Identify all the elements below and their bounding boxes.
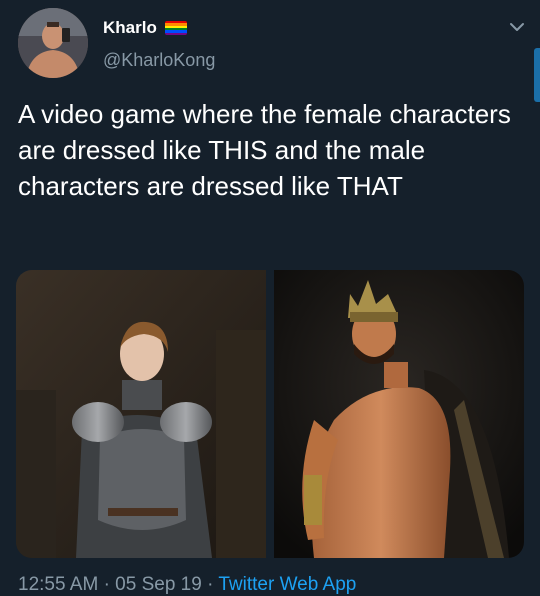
tweet-time[interactable]: 12:55 AM bbox=[18, 574, 98, 595]
tweet-photo-gladiator[interactable] bbox=[274, 270, 524, 558]
author-name[interactable]: Kharlo bbox=[103, 18, 157, 38]
author-row: Kharlo bbox=[103, 18, 187, 38]
tweet-source-link[interactable]: Twitter Web App bbox=[218, 574, 356, 595]
avatar[interactable] bbox=[18, 8, 88, 78]
tweet-meta: 12:55 AM · 05 Sep 19 · Twitter Web App bbox=[18, 574, 356, 596]
rainbow-flag-icon bbox=[164, 21, 187, 35]
author-handle[interactable]: @KharloKong bbox=[103, 50, 215, 71]
media-grid bbox=[16, 270, 524, 558]
tweet-photo-knight[interactable] bbox=[16, 270, 266, 558]
tweet-text: A video game where the female characters… bbox=[18, 99, 511, 201]
tweet-date[interactable]: 05 Sep 19 bbox=[115, 574, 202, 595]
meta-separator: · bbox=[207, 574, 214, 595]
meta-separator: · bbox=[103, 574, 110, 595]
chevron-down-icon[interactable] bbox=[508, 18, 526, 36]
scrollbar[interactable] bbox=[534, 48, 540, 102]
